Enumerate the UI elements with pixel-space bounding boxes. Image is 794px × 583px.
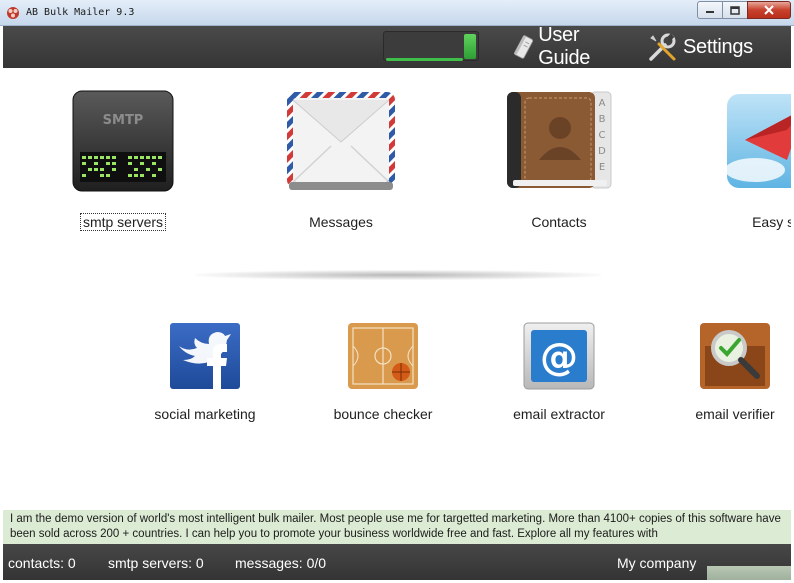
minimize-icon	[706, 11, 714, 13]
status-contacts: contacts: 0	[8, 555, 76, 571]
basketball-court-icon	[348, 323, 418, 389]
status-bar: contacts: 0 smtp servers: 0 messages: 0/…	[3, 544, 791, 580]
settings-label: Settings	[683, 35, 753, 58]
module-label: social marketing	[154, 406, 256, 422]
module-label: Contacts	[531, 214, 587, 230]
svg-text:E: E	[599, 162, 605, 173]
progress-indicator	[383, 31, 479, 61]
module-contacts[interactable]: ABCDE Contacts	[499, 90, 619, 230]
social-media-icon	[170, 323, 240, 389]
module-label: Easy se	[752, 214, 791, 230]
svg-text:B: B	[599, 114, 606, 125]
module-email-extractor[interactable]: @ email extractor	[499, 322, 619, 432]
svg-text:SMTP: SMTP	[103, 113, 144, 128]
smtp-device-icon: SMTP	[72, 90, 174, 192]
close-icon	[764, 5, 774, 15]
window-title: AB Bulk Mailer 9.3	[26, 7, 135, 18]
module-messages[interactable]: Messages	[281, 90, 401, 230]
module-social-marketing[interactable]: social marketing	[145, 322, 265, 432]
module-bounce-checker[interactable]: bounce checker	[323, 322, 443, 432]
close-button[interactable]	[747, 1, 791, 19]
maximize-button[interactable]	[722, 1, 748, 19]
module-label: Messages	[309, 214, 373, 230]
info-marquee: I am the demo version of world's most in…	[3, 510, 791, 544]
address-book-icon: ABCDE	[507, 91, 612, 189]
status-company: My company	[617, 555, 697, 571]
svg-text:D: D	[598, 146, 606, 157]
progress-fill	[386, 58, 463, 61]
module-label: email verifier	[695, 406, 775, 422]
module-easy-send[interactable]: Easy se	[717, 90, 791, 230]
resize-grip[interactable]	[707, 566, 791, 580]
top-toolbar: User Guide Settings	[3, 24, 791, 69]
paper-plane-icon	[725, 94, 791, 188]
app-logo-icon	[7, 7, 19, 19]
marquee-text: I am the demo version of world's most in…	[10, 513, 781, 540]
svg-text:C: C	[599, 130, 606, 141]
module-label: smtp servers	[63, 213, 183, 231]
settings-button[interactable]: Settings	[647, 30, 771, 64]
module-label: bounce checker	[333, 406, 433, 422]
envelope-icon	[287, 92, 395, 190]
module-smtp-servers[interactable]: SMTP smtp servers	[63, 90, 183, 231]
svg-text:A: A	[599, 98, 606, 109]
user-guide-button[interactable]: User Guide	[513, 24, 625, 69]
window-titlebar[interactable]: AB Bulk Mailer 9.3	[0, 0, 794, 26]
wrench-screwdriver-icon	[649, 33, 676, 61]
book-icon	[513, 35, 534, 59]
minimize-button[interactable]	[697, 1, 723, 19]
at-sign-icon: @	[523, 322, 595, 390]
main-panel: SMTP smtp servers Messages A B C D E Con…	[3, 68, 791, 510]
svg-text:@: @	[540, 335, 578, 379]
section-divider	[195, 270, 601, 280]
status-messages: messages: 0/0	[235, 555, 327, 571]
maximize-icon	[730, 5, 740, 15]
status-smtp-servers: smtp servers: 0	[108, 555, 204, 571]
module-email-verifier[interactable]: email verifier	[675, 322, 791, 432]
module-label: email extractor	[513, 406, 605, 422]
user-guide-label: User Guide	[538, 24, 591, 69]
magnifier-check-icon	[700, 323, 770, 389]
progress-cap	[464, 34, 476, 59]
